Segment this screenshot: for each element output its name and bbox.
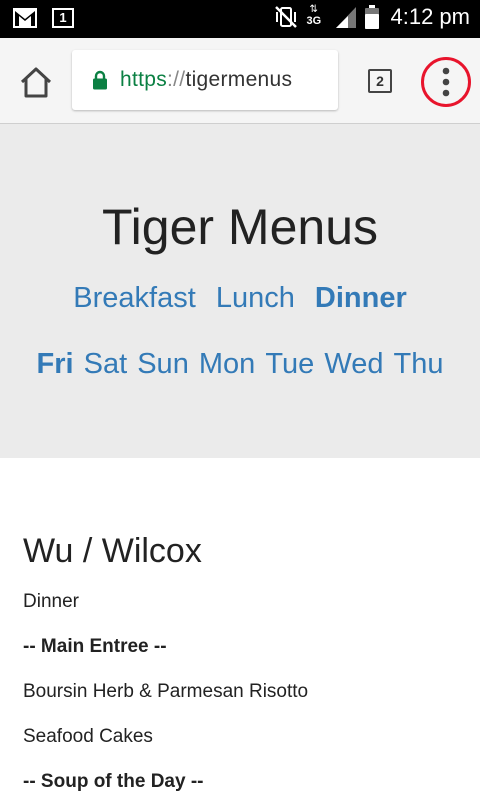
address-bar[interactable]: https://tigermenus bbox=[72, 50, 338, 110]
day-link-sun[interactable]: Sun bbox=[137, 348, 189, 380]
tab-switcher-button[interactable]: 2 bbox=[368, 69, 392, 93]
network-type-icon: 3G ⇅ bbox=[306, 4, 322, 27]
day-link-mon[interactable]: Mon bbox=[199, 348, 255, 380]
more-vert-icon bbox=[442, 67, 450, 75]
meal-label: Dinner bbox=[23, 591, 79, 612]
tab-count: 2 bbox=[376, 73, 384, 89]
network-type-label: 3G bbox=[306, 15, 322, 27]
lock-icon bbox=[93, 70, 107, 90]
notification-icons: 1 bbox=[12, 7, 74, 29]
status-bar: 1 3G ⇅ 4:12 pm bbox=[0, 0, 480, 38]
gmail-icon bbox=[13, 8, 37, 28]
dining-hall-title: Wu / Wilcox bbox=[23, 532, 202, 570]
day-link-fri[interactable]: Fri bbox=[37, 348, 74, 380]
meal-link-breakfast[interactable]: Breakfast bbox=[73, 282, 196, 314]
site-header: Tiger Menus Breakfast Lunch Dinner Fri S… bbox=[0, 124, 480, 458]
sim-badge-number: 1 bbox=[59, 10, 67, 25]
vibrate-mute-icon bbox=[274, 6, 297, 28]
system-icons: 3G ⇅ 4:12 pm bbox=[273, 4, 471, 30]
meal-nav: Breakfast Lunch Dinner bbox=[0, 282, 480, 315]
signal-icon bbox=[335, 7, 356, 28]
day-link-wed[interactable]: Wed bbox=[324, 348, 383, 380]
section-heading-main-entree: -- Main Entree -- bbox=[23, 636, 167, 657]
url-text[interactable]: https://tigermenus bbox=[120, 68, 292, 92]
day-link-sat[interactable]: Sat bbox=[84, 348, 128, 380]
url-host: tigermenus bbox=[185, 68, 293, 91]
home-icon[interactable] bbox=[18, 65, 54, 99]
page-title: Tiger Menus bbox=[101, 199, 379, 255]
meal-link-lunch[interactable]: Lunch bbox=[216, 282, 295, 314]
day-link-thu[interactable]: Thu bbox=[394, 348, 444, 380]
url-separator: :// bbox=[167, 68, 186, 91]
battery-icon bbox=[364, 5, 379, 29]
menu-item: Seafood Cakes bbox=[23, 726, 153, 747]
day-nav: Fri Sat Sun Mon Tue Wed Thu bbox=[0, 348, 480, 381]
meal-link-dinner[interactable]: Dinner bbox=[315, 282, 407, 314]
clock: 4:12 pm bbox=[390, 4, 471, 29]
url-scheme: https bbox=[120, 68, 168, 91]
section-heading-soup: -- Soup of the Day -- bbox=[23, 771, 204, 792]
overflow-menu-button[interactable] bbox=[420, 56, 472, 108]
menu-item: Boursin Herb & Parmesan Risotto bbox=[23, 681, 309, 702]
sim-badge-icon: 1 bbox=[52, 8, 74, 28]
day-link-tue[interactable]: Tue bbox=[265, 348, 314, 380]
browser-toolbar: https://tigermenus 2 bbox=[0, 38, 480, 124]
